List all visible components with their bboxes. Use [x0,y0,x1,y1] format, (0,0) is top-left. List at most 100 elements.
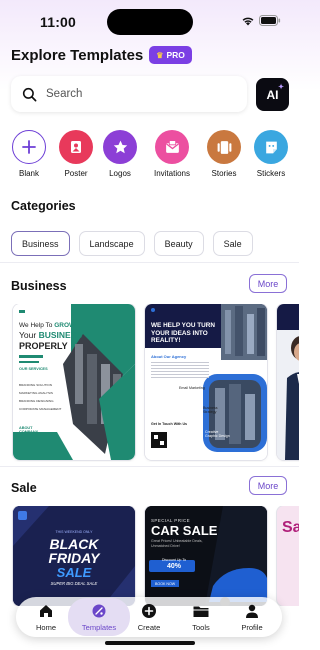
template-card-business-grow[interactable]: We Help To GROW Your BUSINESS PROPERLY O… [13,304,135,460]
battery-icon [259,15,281,26]
template-card-partial-sale[interactable]: Sa [277,506,299,606]
sale-line-1: BLACK [49,536,99,552]
quick-action-stickers[interactable]: Stickers [245,130,297,178]
tab-profile[interactable]: Profile [227,597,277,637]
chip-landscape[interactable]: Landscape [78,231,145,256]
sticker-icon [254,130,288,164]
car-headline: CAR SALE [151,523,218,538]
home-indicator [105,641,195,645]
star-badge-icon [103,130,137,164]
headline-accent: GROW [54,322,76,329]
title-row: Explore Templates ♛ PRO [11,44,192,66]
cta-text: Get In Touch With Us [151,422,188,426]
template-card-agency[interactable]: WE HELP YOU TURN YOUR IDEAS INTO REALITY… [145,304,267,460]
sale-top-line: THIS WEEKEND ONLY [55,530,93,534]
search-icon [22,87,37,101]
pro-label: PRO [166,50,185,60]
quick-action-label: Blank [18,169,39,178]
quick-action-invitations[interactable]: Invitations [146,130,198,178]
business-more-button[interactable]: More [249,274,287,293]
quick-action-stories[interactable]: Stories [198,130,250,178]
envelope-icon [155,130,189,164]
tab-label: Tools [192,623,210,632]
tab-label: Create [137,623,161,632]
tab-label: Profile [241,623,263,632]
status-icons [241,15,281,26]
tab-create[interactable]: Create [124,597,174,637]
headline-line-1: We Help To [19,322,53,329]
template-card-car-sale[interactable]: SPECIAL PRICE CAR SALE Great Prices! Unb… [145,506,267,606]
home-icon [21,601,71,621]
business-section-title: Business [11,279,67,293]
sparkle-icon: ✦ [278,84,284,91]
dynamic-island [107,9,193,35]
category-chips: Business Landscape Beauty Sale [11,231,253,256]
about-title: ABOUT COMPANY [19,426,39,435]
wifi-icon [242,17,254,25]
sale-line-2: FRIDAY [48,550,100,566]
chip-business[interactable]: Business [11,231,70,256]
stories-icon [207,130,241,164]
body-text-lines [151,362,209,378]
feature-item: Business Strategy [203,406,218,414]
car-sub: Great Prices! Unbeatable Deals, Unmatche… [151,539,203,548]
chip-beauty[interactable]: Beauty [153,231,204,256]
template-card-partial[interactable] [277,304,299,460]
quick-action-label: Invitations [153,169,191,178]
services-title: OUR SERVICES [19,367,48,371]
headline-accent-2: BUSINESS [38,330,83,341]
card-headline: WE HELP YOU TURN YOUR IDEAS INTO REALITY… [151,322,216,345]
folder-icon [176,601,226,621]
template-artwork [277,304,299,460]
discount-value: 40% [166,563,181,570]
tab-home[interactable]: Home [21,597,71,637]
tab-tools[interactable]: Tools [176,597,226,637]
service-item: BRANDING DESIGNING [19,399,54,404]
sale-section-title: Sale [11,481,37,495]
tab-templates[interactable]: Templates [68,597,130,637]
agency-title: About Our Agency [151,354,187,359]
crown-icon: ♛ [156,50,164,60]
tab-label: Home [35,623,56,632]
service-item: BRANDING SOLUTION [19,383,53,387]
sale-templates-row: THIS WEEKEND ONLY BLACK FRIDAY SALE SUPE… [0,506,299,606]
profile-icon [227,601,277,621]
partial-sale-text: Sa [282,519,299,536]
template-card-black-friday[interactable]: THIS WEEKEND ONLY BLACK FRIDAY SALE SUPE… [13,506,135,606]
categories-title: Categories [11,199,76,213]
business-templates-row: We Help To GROW Your BUSINESS PROPERLY O… [0,304,299,462]
sale-sub: SUPER BIG DEAL SALE [50,581,98,586]
ai-label: AI [266,87,279,102]
search-bar[interactable] [11,76,247,112]
sale-more-button[interactable]: More [249,476,287,495]
service-item: CORPORATE MANAGEMENT [19,407,62,412]
tab-label: Templates [81,623,117,632]
book-now-button: BOOK NOW [151,580,180,587]
services-list: BRANDING SOLUTION MARKETING ANALYSIS BRA… [19,381,61,413]
plus-icon [12,130,46,164]
feature-item: Email Marketing [179,386,205,390]
status-time: 11:00 [40,14,77,30]
chip-sale[interactable]: Sale [212,231,253,256]
headline-line-2: Your [19,330,37,341]
service-item: MARKETING ANALYSIS [19,391,53,396]
quick-action-label: Logos [109,169,131,178]
ai-button[interactable]: AI ✦ [256,78,289,111]
card-headline: We Help To GROW Your BUSINESS PROPERLY [19,322,89,352]
discount-label: Discount Up To [161,558,187,562]
quick-action-blank[interactable]: Blank [3,130,55,178]
headline-line-3: PROPERLY [19,340,68,351]
sale-line-3: SALE [56,565,92,580]
status-bar: 11:00 [0,0,299,44]
quick-action-logos[interactable]: Logos [94,130,146,178]
search-input[interactable] [46,88,216,100]
templates-icon [74,601,124,621]
quick-action-label: Stickers [256,169,286,178]
poster-icon [59,130,93,164]
divider [0,262,299,263]
quick-actions: Blank Poster Logos Invitations Stories S… [0,130,299,182]
feature-item: Creative Graphic Design [205,430,230,438]
create-plus-icon [124,601,174,621]
divider [0,466,299,467]
pro-badge[interactable]: ♛ PRO [149,46,192,64]
